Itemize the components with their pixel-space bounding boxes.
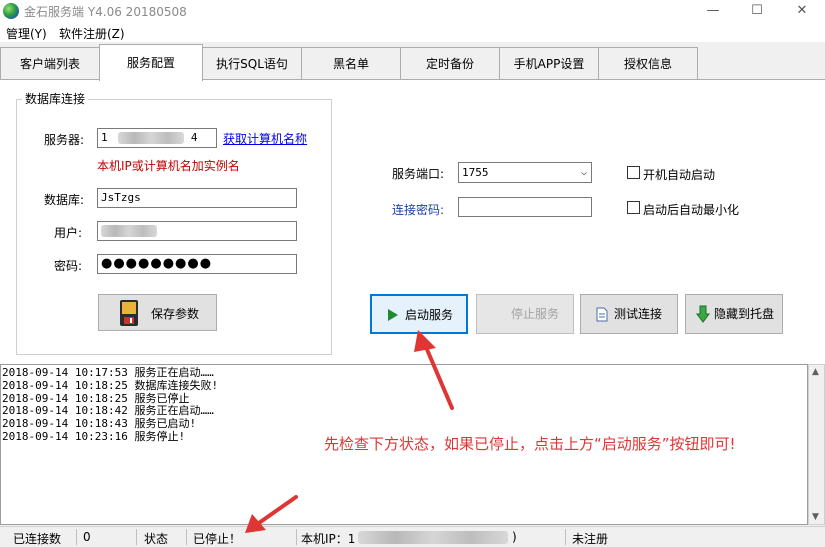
auto-minimize-checkbox[interactable] xyxy=(627,201,640,214)
service-port-select[interactable]: 1755 ⌵ xyxy=(458,162,592,183)
connection-password-label: 连接密码: xyxy=(392,203,445,217)
status-bar: 已连接数 0 状态 已停止！ 本机IP：1 ) 未注册 xyxy=(0,526,825,547)
tab-strip: 客户端列表 服务配置 执行SQL语句 黑名单 定时备份 手机APP设置 授权信息 xyxy=(0,44,825,81)
log-scrollbar[interactable]: ▲ ▼ xyxy=(808,364,825,525)
floppy-disk-icon xyxy=(120,300,138,326)
get-computer-name-link[interactable]: 获取计算机名称 xyxy=(223,130,307,147)
hide-to-tray-label: 隐藏到托盘 xyxy=(714,307,775,321)
start-service-label: 启动服务 xyxy=(405,308,454,322)
tab-blacklist[interactable]: 黑名单 xyxy=(301,47,401,80)
menu-bar: 管理(Y) 软件注册(Z) xyxy=(0,22,825,42)
down-arrow-icon xyxy=(696,305,710,323)
tab-execute-sql[interactable]: 执行SQL语句 xyxy=(202,47,302,80)
stop-service-label: 停止服务 xyxy=(511,307,560,321)
service-port-value: 1755 xyxy=(462,166,489,179)
server-input[interactable]: 1 4 xyxy=(97,128,217,148)
scroll-up-icon[interactable]: ▲ xyxy=(812,367,819,377)
chevron-down-icon: ⌵ xyxy=(580,167,587,178)
server-value-prefix: 1 xyxy=(101,131,108,144)
connected-count-label: 已连接数 xyxy=(13,532,62,546)
service-state-label: 状态 xyxy=(144,532,169,546)
log-line: 2018-09-14 10:18:25 数据库连接失败! xyxy=(2,378,219,392)
autostart-checkbox[interactable] xyxy=(627,166,640,179)
log-line: 2018-09-14 10:17:53 服务正在启动…… xyxy=(2,366,214,379)
local-ip-redacted xyxy=(358,531,508,544)
autostart-label: 开机自动启动 xyxy=(643,168,716,182)
service-state-value: 已停止！ xyxy=(193,532,242,546)
connection-password-input[interactable] xyxy=(458,197,592,217)
document-icon xyxy=(596,307,608,322)
tab-mobile-app[interactable]: 手机APP设置 xyxy=(499,47,599,80)
password-label: 密码: xyxy=(54,259,83,273)
test-connection-button[interactable]: 测试连接 xyxy=(580,294,678,334)
stop-service-button[interactable]: 停止服务 xyxy=(476,294,574,334)
app-globe-icon xyxy=(3,3,19,19)
user-input[interactable] xyxy=(97,221,297,241)
status-divider xyxy=(296,529,297,545)
window-title: 金石服务端 Y4.06 20180508 xyxy=(24,5,187,19)
status-divider xyxy=(76,529,77,545)
save-params-label: 保存参数 xyxy=(151,307,200,321)
password-input[interactable]: ●●●●●●●●● xyxy=(97,254,297,274)
server-redacted xyxy=(118,132,185,144)
status-divider xyxy=(136,529,137,545)
test-connection-label: 测试连接 xyxy=(614,307,663,321)
local-ip-suffix: ) xyxy=(512,530,517,544)
hide-to-tray-button[interactable]: 隐藏到托盘 xyxy=(685,294,783,334)
auto-minimize-label: 启动后自动最小化 xyxy=(643,203,740,217)
server-value-suffix: 4 xyxy=(190,131,198,144)
annotation-text: 先检查下方状态，如果已停止，点击上方“启动服务”按钮即可! xyxy=(324,435,736,453)
title-bar: 金石服务端 Y4.06 20180508 — ☐ ✕ xyxy=(0,0,825,22)
registration-status: 未注册 xyxy=(572,532,609,546)
tab-service-config[interactable]: 服务配置 xyxy=(99,44,203,81)
close-button[interactable]: ✕ xyxy=(779,0,825,22)
user-label: 用户: xyxy=(54,226,83,240)
menu-registration[interactable]: 软件注册(Z) xyxy=(59,25,125,42)
database-connection-title: 数据库连接 xyxy=(22,90,89,107)
play-icon xyxy=(388,309,398,321)
tab-license-info[interactable]: 授权信息 xyxy=(598,47,698,80)
start-service-button[interactable]: 启动服务 xyxy=(370,294,468,334)
server-label: 服务器: xyxy=(44,133,85,147)
database-input[interactable]: JsTzgs xyxy=(97,188,297,208)
server-hint: 本机IP或计算机名加实例名 xyxy=(97,159,240,173)
status-divider xyxy=(565,529,566,545)
minimize-button[interactable]: — xyxy=(690,0,736,22)
scroll-down-icon[interactable]: ▼ xyxy=(812,512,819,522)
save-params-button[interactable]: 保存参数 xyxy=(98,294,217,331)
local-ip-label: 本机IP：1 xyxy=(301,532,356,546)
status-divider xyxy=(186,529,187,545)
connected-count-value: 0 xyxy=(83,530,91,544)
menu-manage[interactable]: 管理(Y) xyxy=(6,25,47,42)
service-port-label: 服务端口: xyxy=(392,167,445,181)
user-redacted xyxy=(101,225,157,237)
tab-client-list[interactable]: 客户端列表 xyxy=(0,47,100,80)
tab-scheduled-backup[interactable]: 定时备份 xyxy=(400,47,500,80)
database-label: 数据库: xyxy=(44,193,85,207)
maximize-button[interactable]: ☐ xyxy=(734,0,780,22)
